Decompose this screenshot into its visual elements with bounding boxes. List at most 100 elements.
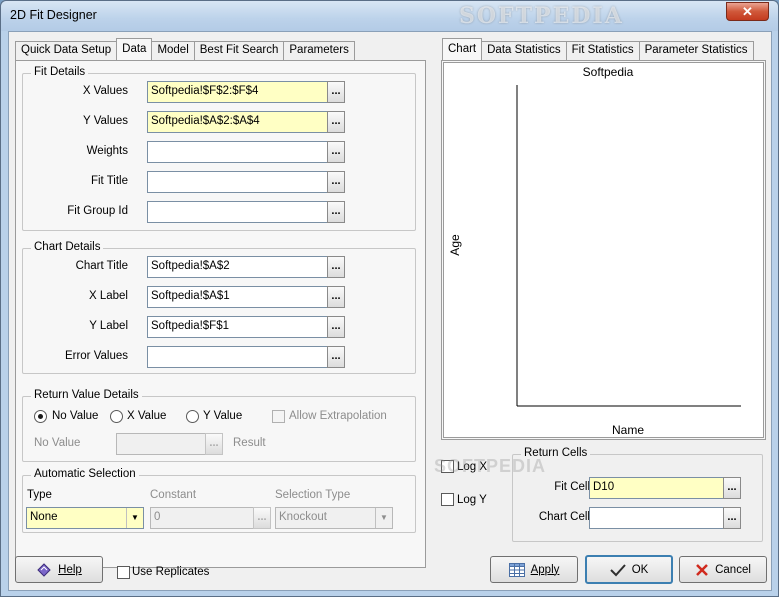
tab-parameter-statistics[interactable]: Parameter Statistics [638,41,754,60]
x-values-field[interactable]: Softpedia!$F$2:$F$4 [147,81,328,103]
chevron-down-icon: ▼ [375,508,392,528]
automatic-selection-title: Automatic Selection [31,468,139,480]
x-value-radio[interactable] [110,410,123,423]
error-values-field[interactable] [147,346,328,368]
chart-details-title: Chart Details [31,241,104,253]
weights-picker-button[interactable]: ... [327,141,345,163]
chart-details-group: Chart Details Chart Title Softpedia!$A$2… [22,241,416,374]
chart-title-field[interactable]: Softpedia!$A$2 [147,256,328,278]
return-cells-title: Return Cells [521,447,591,459]
weights-label: Weights [86,145,128,157]
help-button[interactable]: Help [15,556,103,583]
error-values-label: Error Values [64,350,128,362]
fit-cell-label: Fit Cell [554,481,590,493]
type-select-value: None [30,511,58,523]
table-icon [508,562,525,577]
chart-y-label: Age [448,234,462,256]
fit-title-picker-button[interactable]: ... [327,171,345,193]
tab-parameters[interactable]: Parameters [283,41,355,60]
x-values-label: X Values [82,85,128,97]
fit-group-id-label: Fit Group Id [67,205,128,217]
type-select[interactable]: None ▼ [26,507,144,529]
fit-cell-picker-button[interactable]: ... [723,477,741,499]
constant-field[interactable]: 0 [150,507,254,529]
tab-data-statistics[interactable]: Data Statistics [481,41,567,60]
allow-extrapolation-label: Allow Extrapolation [289,410,387,422]
ok-button[interactable]: OK [585,555,673,584]
chart-title: Softpedia [583,65,634,79]
x-value-radio-label: X Value [127,410,167,422]
type-label: Type [27,489,52,501]
fit-title-field[interactable] [147,171,328,193]
chart-cell-picker-button[interactable]: ... [723,507,741,529]
fit-cell-field[interactable]: D10 [589,477,724,499]
no-value-field-label: No Value [34,437,81,449]
x-label-field[interactable]: Softpedia!$A$1 [147,286,328,308]
title-bar: 2D Fit Designer SOFTPEDIA ✕ [1,1,778,31]
no-value-field[interactable] [116,433,206,455]
selection-type-select[interactable]: Knockout ▼ [275,507,393,529]
y-values-picker-button[interactable]: ... [327,111,345,133]
dialog-window: 2D Fit Designer SOFTPEDIA ✕ Quick Data S… [0,0,779,597]
chart-title-picker-button[interactable]: ... [327,256,345,278]
automatic-selection-group: Automatic Selection Type Constant Select… [22,468,416,533]
y-values-label: Y Values [83,115,128,127]
chart-title-label: Chart Title [75,260,128,272]
tab-data[interactable]: Data [116,38,153,60]
error-values-picker-button[interactable]: ... [327,346,345,368]
help-button-label: Help [58,563,82,576]
tab-chart[interactable]: Chart [442,38,483,60]
y-label-label: Y Label [89,320,128,332]
return-cells-group: Return Cells Fit Cell D10 ... Chart Cell… [512,447,763,542]
right-tab-strip: Chart Data Statistics Fit Statistics Par… [442,38,754,60]
tab-quick-data-setup[interactable]: Quick Data Setup [15,41,118,60]
constant-picker-button[interactable]: ... [253,507,271,529]
fit-group-id-field[interactable] [147,201,328,223]
return-value-details-group: Return Value Details No Value X Value Y … [22,389,416,462]
chart-svg: Softpedia Name Age [448,65,741,437]
result-label: Result [233,437,266,449]
log-y-label: Log Y [457,494,487,506]
chart-canvas: Softpedia Name Age [443,62,764,438]
window-title: 2D Fit Designer [10,8,97,22]
tab-best-fit-search[interactable]: Best Fit Search [193,41,285,60]
no-value-picker-button[interactable]: ... [205,433,223,455]
log-y-checkbox[interactable] [441,493,454,506]
checkmark-icon [609,563,626,576]
fit-group-id-picker-button[interactable]: ... [327,201,345,223]
x-values-picker-button[interactable]: ... [327,81,345,103]
no-value-radio[interactable] [34,410,47,423]
chart-cell-label: Chart Cell [538,511,590,523]
chevron-down-icon: ▼ [126,508,143,528]
y-label-field[interactable]: Softpedia!$F$1 [147,316,328,338]
cancel-button[interactable]: Cancel [679,556,767,583]
apply-button[interactable]: Apply [490,556,578,583]
use-replicates-checkbox[interactable] [117,566,130,579]
tab-fit-statistics[interactable]: Fit Statistics [565,41,640,60]
selection-type-label: Selection Type [275,489,351,501]
chart-cell-field[interactable] [589,507,724,529]
apply-button-label: Apply [530,563,560,576]
fit-details-title: Fit Details [31,66,89,78]
cancel-x-icon [696,563,708,576]
y-value-radio[interactable] [186,410,199,423]
weights-field[interactable] [147,141,328,163]
tab-model[interactable]: Model [151,41,195,60]
data-tab-panel: Fit Details X Values Softpedia!$F$2:$F$4… [15,60,426,568]
x-label-picker-button[interactable]: ... [327,286,345,308]
help-book-icon [37,562,51,577]
y-value-radio-label: Y Value [203,410,243,422]
dialog-client: Quick Data Setup Data Model Best Fit Sea… [8,31,772,591]
fit-title-label: Fit Title [90,175,128,187]
selection-type-select-value: Knockout [279,511,327,523]
allow-extrapolation-checkbox[interactable] [272,410,285,423]
title-watermark: SOFTPEDIA [459,3,624,29]
y-values-field[interactable]: Softpedia!$A$2:$A$4 [147,111,328,133]
x-label-label: X Label [88,290,128,302]
close-button[interactable]: ✕ [726,2,769,21]
use-replicates-label: Use Replicates [132,566,210,578]
y-label-picker-button[interactable]: ... [327,316,345,338]
no-value-radio-label: No Value [52,410,99,422]
chart-tab-panel: Softpedia Name Age [441,60,766,440]
chart-x-label: Name [612,423,644,437]
